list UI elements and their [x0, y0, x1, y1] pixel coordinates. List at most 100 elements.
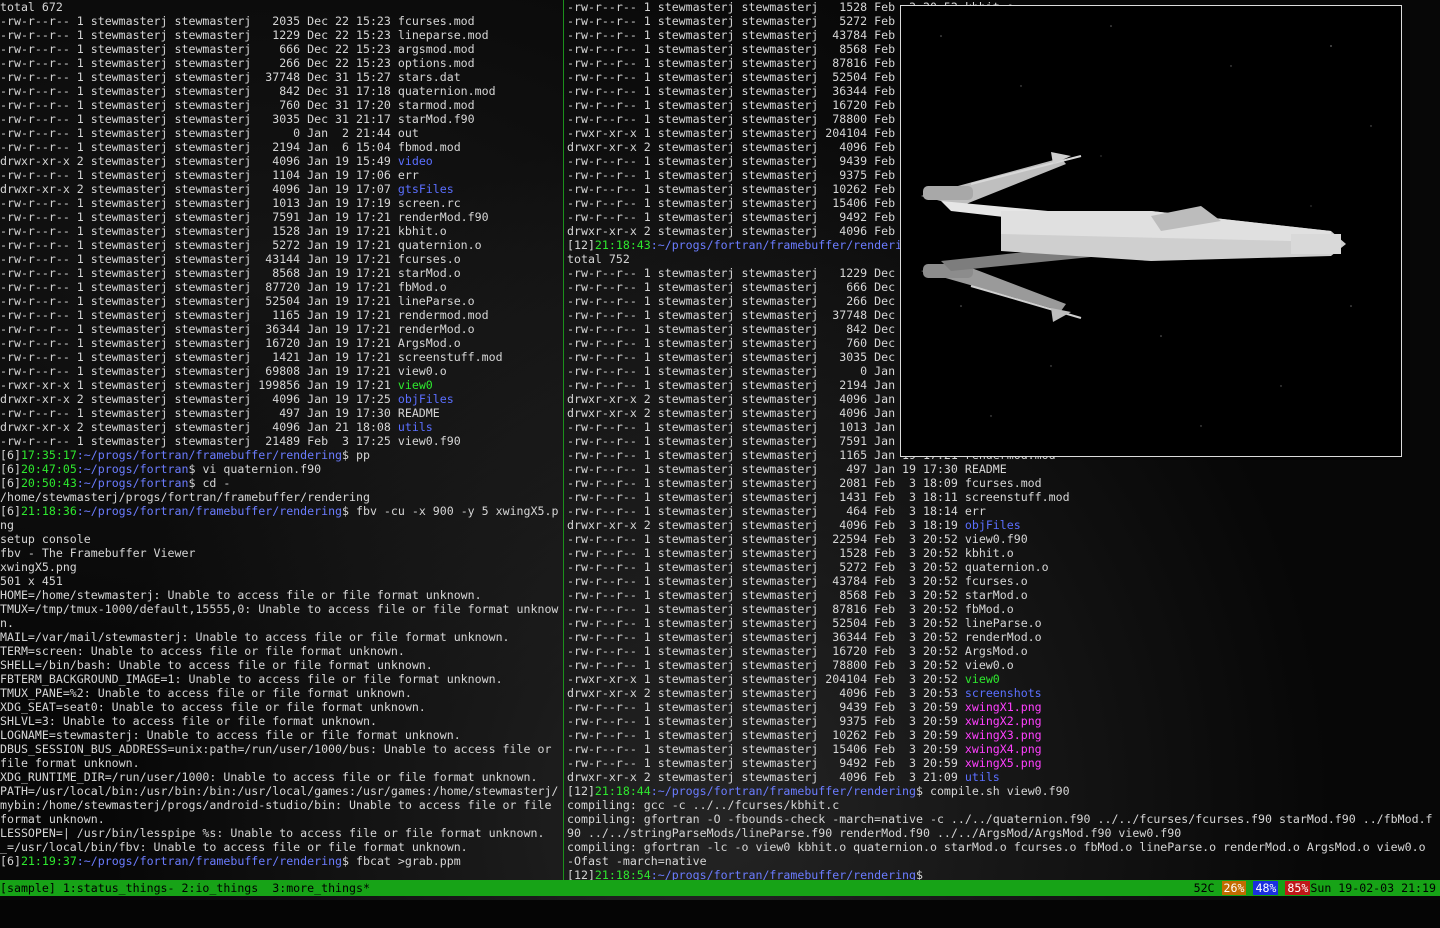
- prompt-path: :~/progs/fortran/framebuffer/rendering: [650, 868, 917, 880]
- line-text: -rw-r--r-- 1 stewmasterj stewmasterj 877…: [0, 280, 447, 294]
- shell-prompt-line: [6]20:47:05:~/progs/fortran$ vi quaterni…: [0, 462, 562, 476]
- line-text: TMUX_PANE=%2: Unable to access file or f…: [0, 686, 412, 700]
- line-text: -rw-r--r-- 1 stewmasterj stewmasterj 943…: [567, 700, 965, 714]
- line-text: -rw-r--r-- 1 stewmasterj stewmasterj 525…: [567, 616, 1042, 630]
- line-text: -rw-r--r-- 1 stewmasterj stewmasterj 363…: [0, 322, 475, 336]
- prompt-time: 20:47:05: [20, 462, 77, 476]
- terminal-line: LESSOPEN=| /usr/bin/lesspipe %s: Unable …: [0, 826, 562, 840]
- prompt-command: $ fbv -cu -x 900 -y 5 xwingX5.p: [342, 504, 559, 518]
- line-text: PATH=/usr/local/bin:/usr/bin:/bin:/usr/l…: [0, 784, 559, 798]
- terminal-line: compiling: gfortran -lc -o view0 kbhit.o…: [567, 840, 1440, 854]
- line-text: drwxr-xr-x 2 stewmasterj stewmasterj 409…: [567, 770, 965, 784]
- file-name-highlight: video: [397, 154, 433, 168]
- line-text: -rw-r--r-- 1 stewmasterj stewmasterj 788…: [567, 658, 1014, 672]
- pane-divider[interactable]: [563, 0, 564, 880]
- terminal-line: -rw-r--r-- 1 stewmasterj stewmasterj 856…: [0, 266, 562, 280]
- terminal-line: compiling: gcc -c ../../fcurses/kbhit.c: [567, 798, 1440, 812]
- line-text: n.: [0, 616, 14, 630]
- terminal-line: -rw-r--r-- 1 stewmasterj stewmasterj 431…: [0, 252, 562, 266]
- prompt-window-number: [6]: [0, 448, 21, 462]
- cpu-usage: 26%: [1221, 881, 1247, 895]
- line-text: compiling: gfortran -lc -o view0 kbhit.o…: [567, 840, 1426, 854]
- line-text: compiling: gcc -c ../../fcurses/kbhit.c: [567, 798, 840, 812]
- prompt-command: $ pp: [342, 448, 370, 462]
- terminal-line: -rw-r--r-- 1 stewmasterj stewmasterj 525…: [0, 294, 562, 308]
- shell-prompt-line: [6]17:35:17:~/progs/fortran/framebuffer/…: [0, 448, 562, 462]
- line-text: drwxr-xr-x 2 stewmasterj stewmasterj 409…: [0, 182, 398, 196]
- terminal-line: -rw-r--r-- 1 stewmasterj stewmasterj 154…: [567, 742, 1440, 756]
- terminal-line: drwxr-xr-x 2 stewmasterj stewmasterj 409…: [567, 518, 1440, 532]
- line-text: drwxr-xr-x 2 stewmasterj stewmasterj 409…: [0, 154, 398, 168]
- shell-prompt-line: [12]21:18:54:~/progs/fortran/framebuffer…: [567, 868, 1440, 880]
- line-text: -rw-r--r-- 1 stewmasterj stewmasterj 937…: [567, 714, 965, 728]
- terminal-line: -rw-r--r-- 1 stewmasterj stewmasterj 266…: [0, 56, 562, 70]
- prompt-command: $ cd -: [188, 476, 231, 490]
- line-text: setup console: [0, 532, 91, 546]
- line-text: mybin:/home/stewmasterj/progs/android-st…: [0, 798, 552, 812]
- terminal-line: XDG_SEAT=seat0: Unable to access file or…: [0, 700, 562, 714]
- prompt-window-number: [6]: [0, 854, 21, 868]
- line-text: TMUX=/tmp/tmux-1000/default,15555,0: Una…: [0, 602, 559, 616]
- line-text: -rw-r--r-- 1 stewmasterj stewmasterj 363…: [567, 630, 1042, 644]
- prompt-path: :~/progs/fortran: [76, 476, 189, 490]
- line-text: -rw-r--r-- 1 stewmasterj stewmasterj 525…: [0, 294, 475, 308]
- terminal-line: -rw-r--r-- 1 stewmasterj stewmasterj 527…: [0, 238, 562, 252]
- line-text: -rw-r--r-- 1 stewmasterj stewmasterj 377…: [0, 70, 461, 84]
- prompt-path: :~/progs/fortran/framebuffer/rendering: [76, 504, 343, 518]
- terminal-line: drwxr-xr-x 2 stewmasterj stewmasterj 409…: [0, 392, 562, 406]
- file-name-highlight: view0: [397, 378, 433, 392]
- terminal-line: setup console: [0, 532, 562, 546]
- line-text: -rw-r--r-- 1 stewmasterj stewmasterj 214…: [0, 434, 461, 448]
- terminal-line: SHELL=/bin/bash: Unable to access file o…: [0, 658, 562, 672]
- shell-prompt-line: [6]21:19:37:~/progs/fortran/framebuffer/…: [0, 854, 562, 868]
- line-text: -rw-r--r-- 1 stewmasterj stewmasterj 167…: [567, 644, 1028, 658]
- terminal-line: drwxr-xr-x 2 stewmasterj stewmasterj 409…: [567, 686, 1440, 700]
- file-name-highlight: gtsFiles: [397, 182, 454, 196]
- terminal-line: 90 ../../stringParseMods/lineParse.f90 r…: [567, 826, 1440, 840]
- prompt-command: $ fbcat >grab.ppm: [342, 854, 461, 868]
- line-text: SHLVL=3: Unable to access file or file f…: [0, 714, 377, 728]
- line-text: -rw-r--r-- 1 stewmasterj stewmasterj 527…: [0, 238, 482, 252]
- terminal-line: -rw-r--r-- 1 stewmasterj stewmasterj 225…: [567, 532, 1440, 546]
- terminal-line: -rw-r--r-- 1 stewmasterj stewmasterj 142…: [0, 350, 562, 364]
- line-text: 90 ../../stringParseMods/lineParse.f90 r…: [567, 826, 1182, 840]
- terminal-line: SHLVL=3: Unable to access file or file f…: [0, 714, 562, 728]
- file-name-highlight: screenshots: [964, 686, 1042, 700]
- line-text: -rwxr-xr-x 1 stewmasterj stewmasterj 199…: [0, 378, 398, 392]
- prompt-window-number: [12]: [567, 868, 595, 880]
- prompt-path: :~/progs/fortran/framebuffer/rendering: [76, 854, 343, 868]
- terminal-line: -rw-r--r-- 1 stewmasterj stewmasterj 116…: [0, 308, 562, 322]
- tmux-window-list[interactable]: [sample] 1:status_things- 2:io_things 3:…: [0, 880, 370, 896]
- window-tabs[interactable]: 1:status_things- 2:io_things 3:more_thin…: [63, 881, 370, 895]
- line-text: -rw-r--r-- 1 stewmasterj stewmasterj 437…: [567, 574, 1028, 588]
- prompt-window-number: [12]: [567, 238, 595, 252]
- terminal-line: -rw-r--r-- 1 stewmasterj stewmasterj 666…: [0, 42, 562, 56]
- terminal-line: PATH=/usr/local/bin:/usr/bin:/bin:/usr/l…: [0, 784, 562, 798]
- terminal-line: -rw-r--r-- 1 stewmasterj stewmasterj 219…: [0, 140, 562, 154]
- line-text: fbv - The Framebuffer Viewer: [0, 546, 196, 560]
- line-text: -rw-r--r-- 1 stewmasterj stewmasterj 102…: [567, 728, 965, 742]
- tmux-status-bar: [sample] 1:status_things- 2:io_things 3:…: [0, 880, 1440, 896]
- file-name-highlight: view0: [964, 672, 1000, 686]
- line-text: -rw-r--r-- 1 stewmasterj stewmasterj 856…: [0, 266, 461, 280]
- terminal-line: -rw-r--r-- 1 stewmasterj stewmasterj 143…: [567, 490, 1440, 504]
- line-text: ng: [0, 518, 14, 532]
- terminal-line: -rwxr-xr-x 1 stewmasterj stewmasterj 199…: [0, 378, 562, 392]
- terminal-pane-left[interactable]: total 672 -rw-r--r-- 1 stewmasterj stewma…: [0, 0, 562, 880]
- terminal-line: -rw-r--r-- 1 stewmasterj stewmasterj 152…: [0, 224, 562, 238]
- line-text: -rw-r--r-- 1 stewmasterj stewmasterj 431…: [0, 252, 461, 266]
- terminal-line: FBTERM_BACKGROUND_IMAGE=1: Unable to acc…: [0, 672, 562, 686]
- terminal-line: -rw-r--r-- 1 stewmasterj stewmasterj 101…: [0, 196, 562, 210]
- xwing-render-image: [901, 6, 1401, 456]
- terminal-line: -rw-r--r-- 1 stewmasterj stewmasterj 122…: [0, 28, 562, 42]
- line-text: compiling: gfortran -O -fbounds-check -m…: [567, 812, 1433, 826]
- line-text: TERM=screen: Unable to access file or fi…: [0, 644, 405, 658]
- line-text: -rw-r--r-- 1 stewmasterj stewmasterj 497…: [0, 406, 440, 420]
- terminal-line: format unknown.: [0, 812, 562, 826]
- terminal-line: drwxr-xr-x 2 stewmasterj stewmasterj 409…: [0, 420, 562, 434]
- line-text: -rw-r--r-- 1 stewmasterj stewmasterj 878…: [567, 602, 1014, 616]
- terminal-line: compiling: gfortran -O -fbounds-check -m…: [567, 812, 1440, 826]
- line-text: -rw-r--r-- 1 stewmasterj stewmasterj 0 J…: [0, 126, 419, 140]
- line-text: -rw-r--r-- 1 stewmasterj stewmasterj 219…: [0, 140, 461, 154]
- terminal-line: -rw-r--r-- 1 stewmasterj stewmasterj 497…: [0, 406, 562, 420]
